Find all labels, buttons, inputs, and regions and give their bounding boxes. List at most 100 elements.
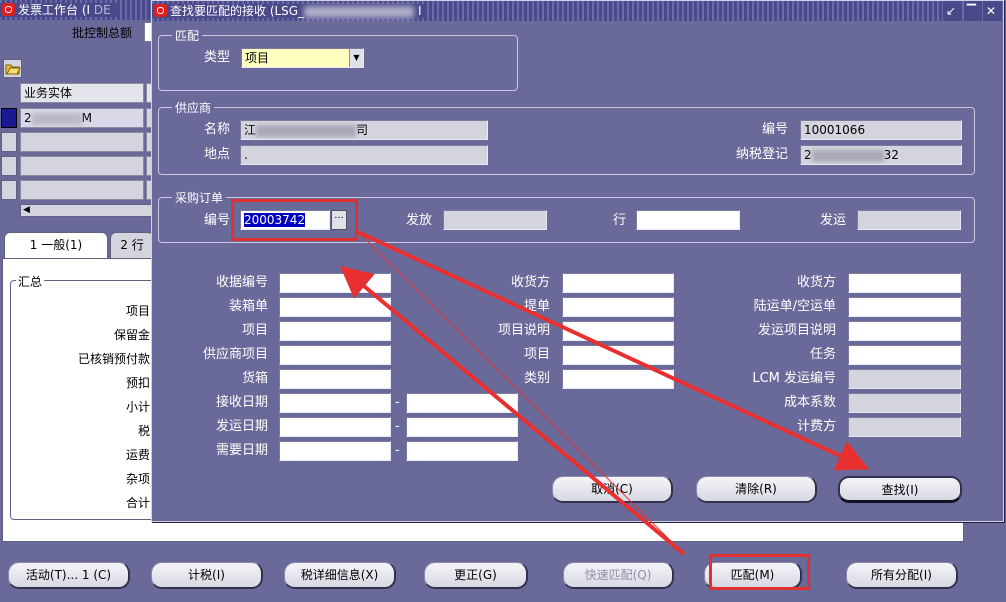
table-row[interactable] (20, 156, 144, 176)
search-field-label: 供应商项目 (202, 347, 268, 362)
clear-button[interactable]: 清除(R) (696, 476, 817, 503)
search-field-input[interactable] (848, 321, 961, 341)
search-field-label: 装箱单 (228, 299, 268, 314)
all-distributions-button[interactable]: 所有分配(I) (846, 562, 958, 589)
search-field-label: 货箱 (241, 371, 268, 386)
oracle-icon (154, 4, 167, 17)
search-field-input[interactable] (848, 345, 961, 365)
tax-details-button[interactable]: 税详细信息(X) (284, 562, 396, 589)
match-button[interactable]: 匹配(M) (704, 562, 802, 589)
search-field-input[interactable] (279, 345, 391, 365)
search-field-input[interactable] (279, 417, 391, 437)
po-lov-button[interactable]: ··· (331, 210, 347, 230)
dialog-titlebar: 查找要匹配的接收 (LSG_ I ↙ ▔ ✕ (152, 1, 1003, 21)
supplier-name-field: 江司 (240, 120, 488, 140)
batch-total-label: 批控制总额 (72, 26, 133, 40)
dialog-title: 查找要匹配的接收 (LSG_ (170, 4, 305, 18)
tax-registration-suffix: 32 (883, 148, 899, 162)
tab-lines[interactable]: 2 行 (110, 232, 154, 258)
summary-item-label: 运费 (125, 448, 150, 462)
search-field-input[interactable] (279, 393, 391, 413)
background-window-titlebar: 发票工作台 (I DE (0, 0, 150, 20)
table-header-business-entity: 业务实体 (20, 83, 144, 103)
search-field-input[interactable] (279, 321, 391, 341)
summary-item-label: 税 (137, 424, 150, 438)
correct-button[interactable]: 更正(G) (424, 562, 528, 589)
summary-item-label: 小计 (125, 400, 150, 414)
row-selector-3[interactable] (1, 156, 17, 176)
search-field-label: 需要日期 (215, 443, 268, 458)
supplier-group-title: 供应商 (172, 99, 215, 116)
search-field-label: 发运项目说明 (757, 323, 836, 338)
search-field-input[interactable] (848, 273, 961, 293)
search-field-input[interactable] (562, 321, 674, 341)
background-window-title: 发票工作台 (I (18, 3, 91, 17)
po-line-label: 行 (613, 213, 627, 228)
maximize-icon[interactable]: ▔ (963, 1, 979, 21)
search-field-label: 收据编号 (215, 275, 268, 290)
search-field-label: 项目 (241, 323, 268, 338)
search-field-label: 发运日期 (215, 419, 268, 434)
background-window-title-suffix: DE (93, 3, 111, 17)
oracle-icon (2, 3, 15, 16)
supplier-number-field: 10001066 (800, 120, 962, 140)
row-selector-4[interactable] (1, 180, 17, 200)
tab-general-label: 1 一般(1) (29, 238, 83, 252)
search-field-label: 成本系数 (783, 395, 836, 410)
calculate-tax-button[interactable]: 计税(I) (151, 562, 263, 589)
scroll-left-icon[interactable]: ◀ (23, 205, 30, 216)
search-field-label: 项目 (523, 347, 550, 362)
chevron-down-icon[interactable]: ▼ (349, 49, 363, 67)
date-range-separator: - (395, 395, 400, 410)
po-shipment-label: 发运 (820, 213, 847, 228)
table-row[interactable] (20, 180, 144, 200)
search-field-input[interactable] (562, 345, 674, 365)
find-button[interactable]: 查找(I) (838, 476, 962, 503)
search-field-input (848, 393, 961, 413)
match-group-title: 匹配 (172, 27, 203, 44)
search-field-input[interactable] (279, 297, 391, 317)
tab-lines-label: 2 行 (120, 238, 144, 252)
tax-registration-prefix: 2 (804, 148, 812, 162)
date-range-separator: - (395, 419, 400, 434)
search-field-input[interactable] (562, 369, 674, 389)
search-field-input[interactable] (848, 297, 961, 317)
table-row[interactable] (20, 132, 144, 152)
actions-button[interactable]: 活动(T)... 1 (C) (8, 562, 130, 589)
row-selector-1[interactable] (1, 108, 17, 128)
table-row[interactable]: 2M (20, 108, 144, 128)
date-range-separator: - (395, 443, 400, 458)
search-field-label: LCM 发运编号 (752, 371, 836, 386)
horizontal-scrollbar[interactable]: ◀ (20, 204, 152, 217)
minimize-icon[interactable]: ↙ (942, 1, 959, 21)
search-field-input[interactable] (279, 369, 391, 389)
search-field-label: 任务 (809, 347, 836, 362)
type-select[interactable]: 项目 ▼ (241, 48, 364, 68)
open-folder-icon[interactable] (3, 59, 22, 78)
search-field-label: 计费方 (796, 419, 836, 434)
tab-general[interactable]: 1 一般(1) (4, 232, 108, 258)
supplier-number-label: 编号 (762, 122, 789, 137)
row-selector-2[interactable] (1, 132, 17, 152)
cancel-button[interactable]: 取消(C) (552, 476, 673, 503)
po-group-title: 采购订单 (172, 189, 227, 206)
search-field-label: 项目说明 (497, 323, 550, 338)
date-to-input[interactable] (406, 393, 518, 413)
date-to-input[interactable] (406, 417, 518, 437)
search-field-input (848, 417, 961, 437)
po-release-field (443, 210, 547, 230)
supplier-name-suffix: 司 (356, 123, 369, 137)
search-field-input[interactable] (279, 273, 391, 293)
row1-value-prefix: 2 (24, 111, 32, 125)
search-field-input[interactable] (279, 441, 391, 461)
close-icon[interactable]: ✕ (982, 1, 999, 21)
search-field-input[interactable] (562, 273, 674, 293)
search-field-input[interactable] (562, 297, 674, 317)
search-field-label: 收货方 (796, 275, 836, 290)
po-number-field[interactable]: 20003742 (240, 210, 330, 230)
po-number-label: 编号 (204, 213, 231, 228)
po-line-field[interactable] (636, 210, 740, 230)
summary-item-label: 保留金 (113, 328, 150, 342)
date-to-input[interactable] (406, 441, 518, 461)
po-shipment-field (857, 210, 961, 230)
